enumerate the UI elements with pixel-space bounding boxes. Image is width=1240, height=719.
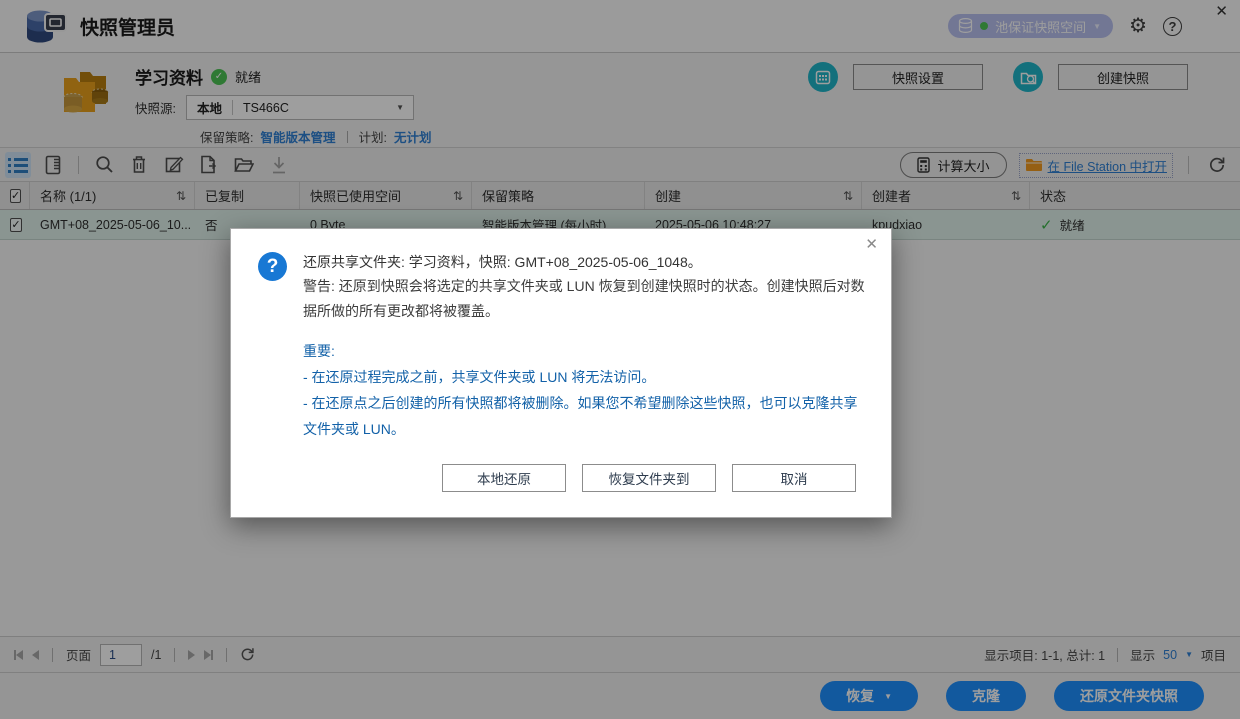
dialog-important-label: 重要:	[303, 338, 865, 364]
dialog-close-icon[interactable]: ✕	[865, 235, 878, 253]
question-mark-icon: ?	[258, 252, 287, 281]
cancel-button[interactable]: 取消	[732, 464, 856, 492]
local-restore-button[interactable]: 本地还原	[442, 464, 566, 492]
dialog-title: 还原共享文件夹: 学习资料，快照: GMT+08_2025-05-06_1048…	[303, 250, 865, 274]
dialog-warning: 警告: 还原到快照会将选定的共享文件夹或 LUN 恢复到创建快照时的状态。创建快…	[303, 274, 865, 324]
restore-confirm-dialog: ✕ ? 还原共享文件夹: 学习资料，快照: GMT+08_2025-05-06_…	[230, 228, 892, 518]
dialog-point-2: - 在还原点之后创建的所有快照都将被删除。如果您不希望删除这些快照，也可以克隆共…	[303, 390, 865, 442]
restore-folder-to-button[interactable]: 恢复文件夹到	[582, 464, 716, 492]
dialog-point-1: - 在还原过程完成之前，共享文件夹或 LUN 将无法访问。	[303, 364, 865, 390]
